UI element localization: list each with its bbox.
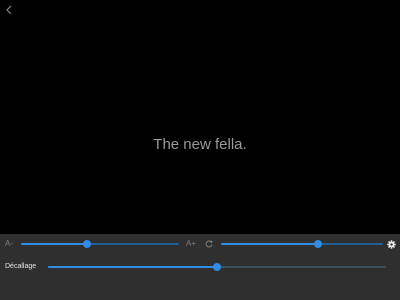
back-button[interactable] bbox=[3, 3, 15, 17]
font-decrease-label[interactable]: A- bbox=[5, 239, 13, 249]
color-cycle-icon bbox=[205, 240, 213, 248]
font-size-slider-fill bbox=[21, 243, 88, 245]
color-slider[interactable] bbox=[221, 239, 383, 249]
color-slider-thumb[interactable] bbox=[314, 240, 323, 248]
subtitle-text: The new fella. bbox=[153, 136, 247, 153]
color-slider-fill bbox=[221, 243, 319, 245]
font-size-slider-thumb[interactable] bbox=[83, 240, 92, 248]
font-increase-label[interactable]: A+ bbox=[186, 239, 196, 249]
font-size-slider[interactable] bbox=[21, 239, 179, 249]
subtitle-controls-panel: A- A+ Décallage bbox=[0, 234, 400, 300]
offset-slider[interactable] bbox=[48, 262, 386, 272]
offset-slider-fill bbox=[48, 266, 217, 268]
subtitle-preview-screen: The new fella. A- A+ Décallage bbox=[0, 0, 400, 300]
offset-slider-thumb[interactable] bbox=[213, 263, 221, 271]
color-cycle-button[interactable] bbox=[204, 239, 214, 249]
offset-label: Décallage bbox=[5, 263, 37, 270]
settings-button[interactable] bbox=[386, 239, 396, 249]
gear-icon bbox=[386, 239, 396, 249]
chevron-left-icon bbox=[6, 5, 12, 15]
